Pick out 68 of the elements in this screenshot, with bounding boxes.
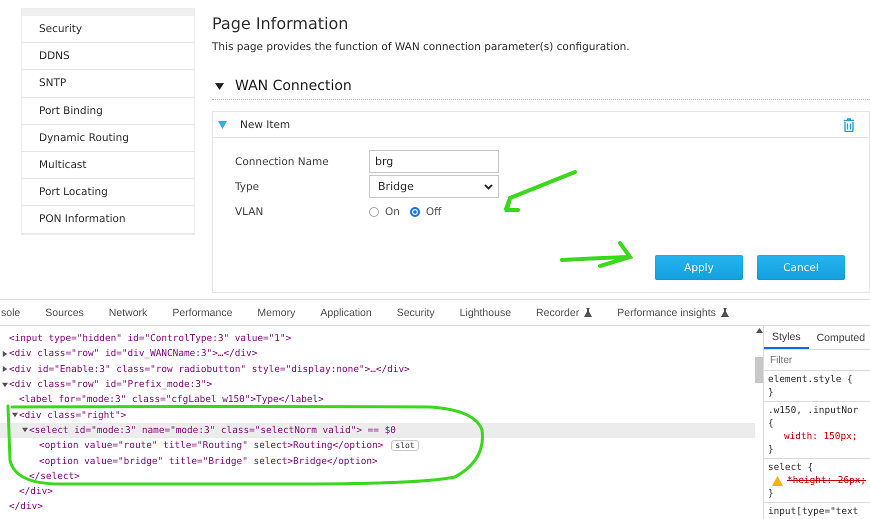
scroll-up-icon[interactable] (756, 328, 762, 333)
styles-tab[interactable]: Computed (808, 326, 870, 349)
warning-icon (772, 476, 783, 486)
devtools-tab[interactable]: Network (108, 306, 148, 318)
code-line[interactable]: <div class="row" id="Prefix_mode:3"> (9, 379, 212, 390)
css-declaration[interactable]: width: 150px; (772, 431, 858, 442)
sidebar-item[interactable]: SNTP (22, 70, 194, 98)
code-line[interactable]: <div id="Enable:3" class="row radiobutton" style="display:none">…</div> (9, 364, 410, 375)
code-line[interactable]: <div class="row" id="div_WANCName:3">…</div> (9, 348, 258, 360)
sidebar-item[interactable]: Port Binding (22, 98, 194, 125)
code-line: </div> (19, 486, 53, 498)
css-brace: { (768, 417, 775, 430)
css-brace: } (768, 487, 775, 500)
field-label: Connection Name (235, 156, 330, 168)
page-description: This page provides the function of WAN connection parameter(s) configuration. (212, 41, 631, 53)
devtools-tab[interactable]: Sources (45, 306, 84, 318)
devtools-tab[interactable]: Application (320, 306, 372, 318)
devtools-tab[interactable]: sole (1, 306, 20, 318)
section-title: WAN Connection (235, 78, 352, 94)
item-title: New Item (240, 118, 292, 130)
code-line: </select> (29, 470, 80, 482)
expanded-triangle-icon[interactable] (12, 412, 18, 418)
collapsed-triangle-icon[interactable] (2, 350, 8, 357)
expanded-triangle-icon[interactable] (215, 82, 224, 90)
type-dropdown[interactable]: Bridge (369, 175, 499, 198)
devtools-tab[interactable]: Lighthouse (460, 306, 512, 318)
devtools-tab[interactable]: Performance insights (617, 306, 729, 318)
field-label: Type (235, 180, 260, 192)
code-line[interactable]: <div class="right"> (19, 410, 126, 421)
scrollbar-thumb[interactable] (755, 357, 763, 383)
page-title: Page Information (212, 14, 350, 33)
sidebar-item[interactable]: PON Information (22, 206, 194, 234)
sidebar-item[interactable]: Dynamic Routing (22, 124, 194, 152)
code-line[interactable]: <option value="bridge" title="Bridge" select>Bridge</option> (39, 456, 378, 467)
radio-label[interactable]: Off (426, 206, 442, 218)
sidebar-item[interactable]: Multicast (22, 152, 194, 180)
caret-icon (484, 184, 493, 190)
css-brace: } (768, 443, 775, 456)
field-label: VLAN (235, 206, 264, 218)
css-selector: select { (768, 461, 814, 474)
devtools-tab[interactable]: Security (396, 306, 435, 318)
slot-badge[interactable]: slot (391, 440, 419, 452)
sidebar-item[interactable]: Port Locating (22, 179, 194, 206)
css-brace: } (768, 386, 775, 399)
connection-name-field[interactable]: brg (369, 150, 499, 173)
code-line[interactable]: <label for="mode:3" class="cfgLabel w150">Type</label> (19, 394, 324, 406)
flask-icon (584, 308, 592, 317)
devtools-tab[interactable]: Memory (257, 306, 296, 318)
css-selector: .w150, .inputNor (768, 404, 860, 417)
code-line[interactable]: <option value="route" title="Routing" select>Routing</option> (39, 440, 384, 452)
annotation-arrow (560, 241, 632, 268)
flask-icon (720, 308, 729, 317)
css-declaration[interactable]: *height: 26px; (787, 475, 866, 486)
collapsed-triangle-icon[interactable] (2, 366, 8, 372)
radio-button[interactable] (369, 206, 379, 216)
css-selector: element.style { (768, 373, 854, 386)
sidebar-item[interactable]: DDNS (22, 43, 194, 70)
code-line[interactable]: <input type="hidden" id="ControlType:3" value="1"> (9, 333, 292, 344)
css-selector: input[type="text (768, 505, 860, 518)
radio-label[interactable]: On (385, 206, 400, 218)
expanded-triangle-icon[interactable] (22, 427, 28, 434)
devtools-tab[interactable]: Recorder (536, 306, 592, 318)
expanded-triangle-icon[interactable] (2, 382, 8, 388)
code-line: </div> (9, 501, 43, 512)
trash-icon[interactable] (843, 118, 855, 132)
devtools-tab[interactable]: Performance (172, 306, 232, 318)
radio-button[interactable] (410, 206, 420, 216)
sidebar-item[interactable]: Security (22, 16, 194, 44)
